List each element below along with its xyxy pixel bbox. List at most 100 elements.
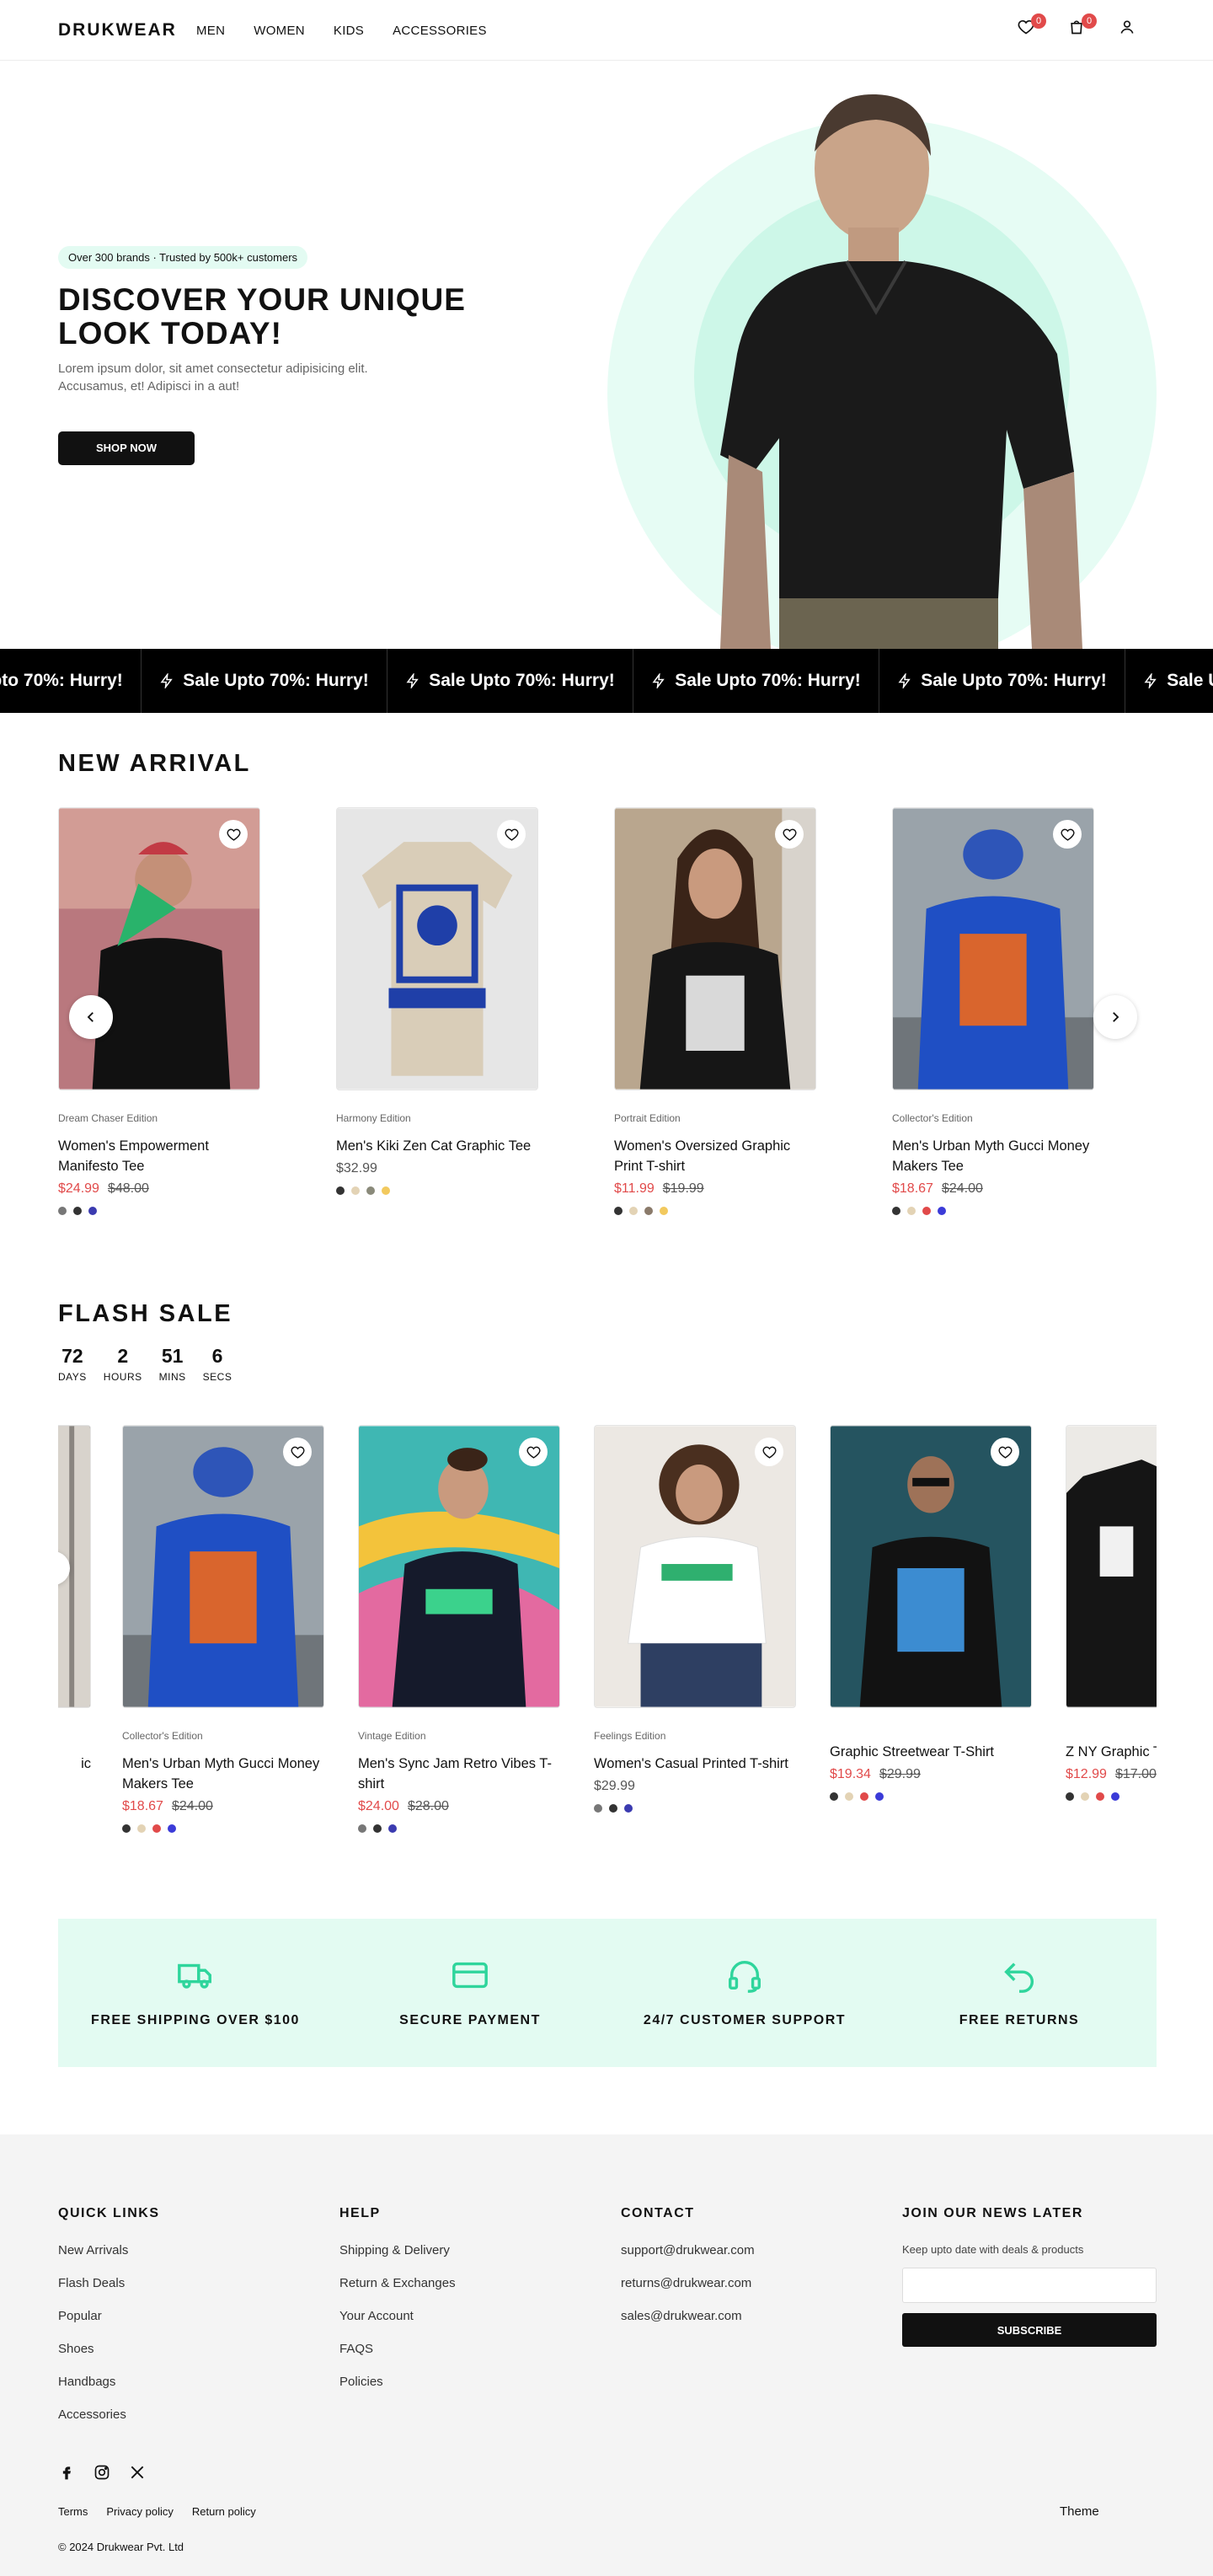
product-name[interactable]: Z NY Graphic T Typography E (1066, 1742, 1157, 1762)
product-card[interactable]: Harmony Edition Men's Kiki Zen Cat Graph… (336, 807, 538, 1195)
newsletter-email-input[interactable] (902, 2268, 1157, 2303)
x-twitter-icon[interactable] (129, 2464, 146, 2481)
footer-link[interactable]: Flash Deals (58, 2276, 160, 2290)
cart-button[interactable]: 0 (1068, 13, 1097, 39)
color-swatch[interactable] (875, 1792, 884, 1801)
wishlist-toggle[interactable] (497, 820, 526, 849)
terms-link[interactable]: Terms (58, 2505, 88, 2518)
product-card[interactable]: Portrait Edition Women's Oversized Graph… (614, 807, 816, 1215)
color-swatch[interactable] (860, 1792, 868, 1801)
product-image[interactable] (358, 1425, 560, 1708)
color-swatch[interactable] (358, 1824, 366, 1833)
footer-link[interactable]: Shipping & Delivery (339, 2243, 456, 2257)
contact-email-link[interactable]: returns@drukwear.com (621, 2276, 755, 2290)
color-swatch[interactable] (660, 1207, 668, 1215)
color-swatch[interactable] (907, 1207, 916, 1215)
color-swatch[interactable] (168, 1824, 176, 1833)
footer-link[interactable]: Accessories (58, 2407, 160, 2422)
product-image[interactable] (892, 807, 1094, 1090)
color-swatch[interactable] (122, 1824, 131, 1833)
nav-men[interactable]: MEN (196, 24, 225, 38)
footer-link[interactable]: FAQS (339, 2342, 456, 2356)
product-name[interactable]: ic (58, 1754, 91, 1774)
product-image[interactable] (58, 807, 260, 1090)
color-swatch[interactable] (609, 1804, 617, 1813)
footer-link[interactable]: Popular (58, 2309, 160, 2323)
theme-toggle[interactable]: Theme (1060, 2504, 1099, 2519)
color-swatch[interactable] (73, 1207, 82, 1215)
color-swatch[interactable] (137, 1824, 146, 1833)
footer-link[interactable]: Return & Exchanges (339, 2276, 456, 2290)
product-card[interactable]: Collector's Edition Men's Urban Myth Guc… (892, 807, 1094, 1215)
color-swatch[interactable] (152, 1824, 161, 1833)
wishlist-toggle[interactable] (755, 1438, 783, 1466)
subscribe-button[interactable]: SUBSCRIBE (902, 2313, 1157, 2347)
product-name[interactable]: Graphic Streetwear T-Shirt (830, 1742, 1032, 1762)
color-swatch[interactable] (88, 1207, 97, 1215)
product-name[interactable]: Men's Urban Myth Gucci Money Makers Tee (892, 1136, 1094, 1176)
product-image[interactable] (336, 807, 538, 1090)
color-swatch[interactable] (614, 1207, 623, 1215)
color-swatch[interactable] (366, 1186, 375, 1195)
wishlist-toggle[interactable] (775, 820, 804, 849)
color-swatch[interactable] (373, 1824, 382, 1833)
product-name[interactable]: Women's Oversized Graphic Print T-shirt (614, 1136, 816, 1176)
color-swatch[interactable] (644, 1207, 653, 1215)
contact-email-link[interactable]: support@drukwear.com (621, 2243, 755, 2257)
product-image[interactable] (614, 807, 816, 1090)
color-swatch[interactable] (388, 1824, 397, 1833)
color-swatch[interactable] (594, 1804, 602, 1813)
product-name[interactable]: Men's Sync Jam Retro Vibes T-shirt (358, 1754, 560, 1794)
footer-link[interactable]: Handbags (58, 2375, 160, 2389)
product-card[interactable]: ic (58, 1425, 91, 1774)
product-card[interactable]: Collector's Edition Men's Urban Myth Guc… (122, 1425, 324, 1833)
color-swatch[interactable] (382, 1186, 390, 1195)
privacy-policy-link[interactable]: Privacy policy (106, 2505, 173, 2518)
facebook-icon[interactable] (58, 2464, 75, 2481)
product-card[interactable]: Vintage Edition Men's Sync Jam Retro Vib… (358, 1425, 560, 1833)
contact-email-link[interactable]: sales@drukwear.com (621, 2309, 755, 2323)
color-swatch[interactable] (892, 1207, 900, 1215)
wishlist-button[interactable]: 0 (1018, 13, 1046, 39)
color-swatch[interactable] (1096, 1792, 1104, 1801)
wishlist-toggle[interactable] (991, 1438, 1019, 1466)
product-name[interactable]: Women's Empowerment Manifesto Tee (58, 1136, 260, 1176)
product-image[interactable] (1066, 1425, 1157, 1708)
color-swatch[interactable] (351, 1186, 360, 1195)
color-swatch[interactable] (1066, 1792, 1074, 1801)
color-swatch[interactable] (58, 1207, 67, 1215)
color-swatch[interactable] (938, 1207, 946, 1215)
product-card[interactable]: Feelings Edition Women's Casual Printed … (594, 1425, 796, 1813)
color-swatch[interactable] (830, 1792, 838, 1801)
footer-link[interactable]: Your Account (339, 2309, 456, 2323)
color-swatch[interactable] (1111, 1792, 1119, 1801)
shop-now-button[interactable]: SHOP NOW (58, 431, 195, 465)
color-swatch[interactable] (624, 1804, 633, 1813)
product-name[interactable]: Women's Casual Printed T-shirt (594, 1754, 796, 1774)
product-card[interactable]: Graphic Streetwear T-Shirt $19.34 $29.99 (830, 1425, 1032, 1801)
product-name[interactable]: Men's Urban Myth Gucci Money Makers Tee (122, 1754, 324, 1794)
color-swatch[interactable] (336, 1186, 345, 1195)
nav-kids[interactable]: KIDS (334, 24, 364, 38)
carousel-next-button[interactable] (1093, 995, 1137, 1039)
footer-link[interactable]: New Arrivals (58, 2243, 160, 2257)
color-swatch[interactable] (629, 1207, 638, 1215)
color-swatch[interactable] (1081, 1792, 1089, 1801)
footer-link[interactable]: Policies (339, 2375, 456, 2389)
nav-women[interactable]: WOMEN (254, 24, 305, 38)
instagram-icon[interactable] (94, 2464, 110, 2481)
account-button[interactable] (1119, 19, 1139, 39)
product-image[interactable] (830, 1425, 1032, 1708)
product-image[interactable] (122, 1425, 324, 1708)
wishlist-toggle[interactable] (219, 820, 248, 849)
footer-link[interactable]: Shoes (58, 2342, 160, 2356)
product-image[interactable] (594, 1425, 796, 1708)
wishlist-toggle[interactable] (283, 1438, 312, 1466)
product-name[interactable]: Men's Kiki Zen Cat Graphic Tee (336, 1136, 538, 1156)
wishlist-toggle[interactable] (1053, 820, 1082, 849)
nav-accessories[interactable]: ACCESSORIES (393, 24, 487, 38)
logo[interactable]: DRUKWEAR (58, 20, 177, 40)
color-swatch[interactable] (922, 1207, 931, 1215)
wishlist-toggle[interactable] (519, 1438, 548, 1466)
color-swatch[interactable] (845, 1792, 853, 1801)
